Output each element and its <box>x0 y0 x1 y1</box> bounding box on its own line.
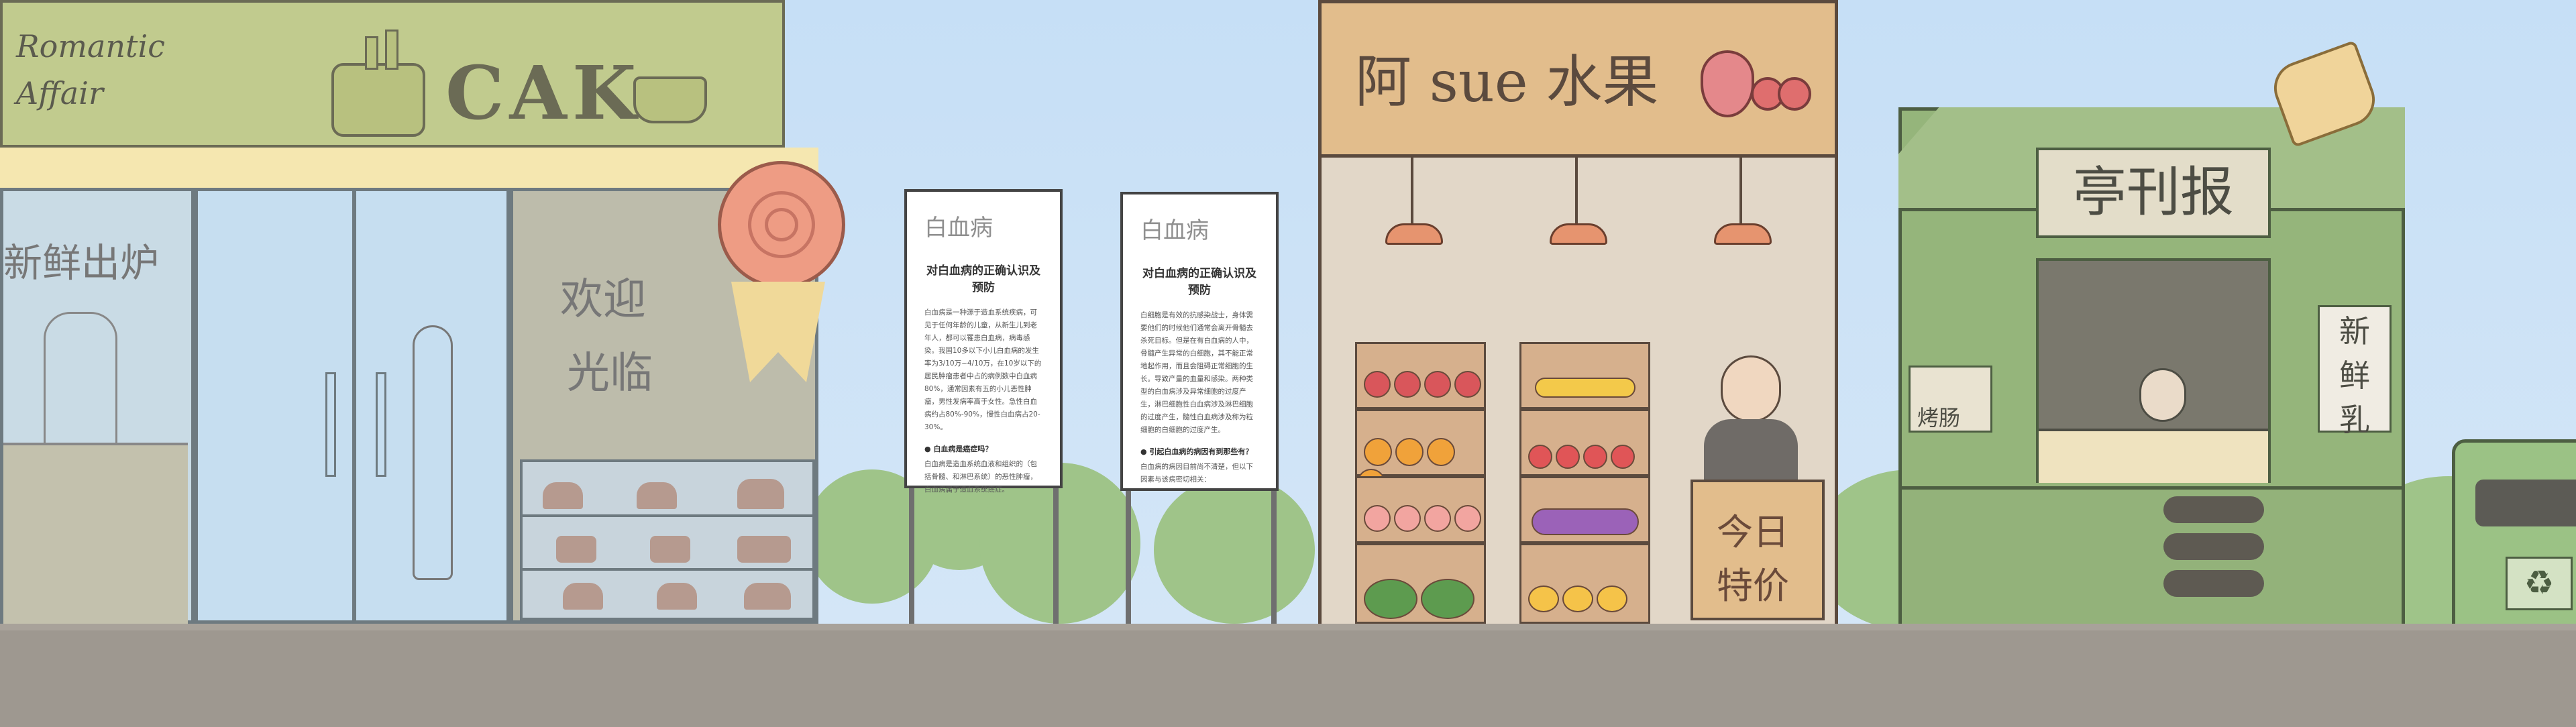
bin-slot[interactable] <box>2475 480 2576 526</box>
fruit-stand-sign-text: 阿 sue 水果 <box>1355 49 1659 115</box>
customer-figure <box>413 325 453 580</box>
bakery-sign-script: Romantic Affair <box>16 28 165 111</box>
notice-board-1[interactable]: 白血病 对白血病的正确认识及预防 白血病是一种源于造血系统疾病，可见于任何年龄的… <box>904 189 1063 494</box>
door-divider <box>352 191 356 620</box>
pastry-icon <box>744 583 791 610</box>
door-handle[interactable] <box>376 372 386 477</box>
bakery-awning <box>0 148 818 190</box>
hanging-lamp <box>1575 154 1578 228</box>
notice-board-post <box>909 483 914 627</box>
pastry-icon <box>737 479 784 509</box>
fresh-milk-sign[interactable]: 新 鲜 乳 <box>2318 305 2392 438</box>
notice-board-question: ● 白血病是癌症吗？ <box>924 445 993 453</box>
bakery-storefront[interactable]: Romantic Affair CAK 新鲜出炉 欢迎 光临 <box>0 0 845 630</box>
fruit-crate-watermelons[interactable] <box>1355 543 1486 624</box>
fruit-crate-apples[interactable] <box>1355 342 1486 409</box>
notice-board-body: 白细胞是有效的抗感染战士，身体需要他们的时候他们通常会离开骨髓去杀死目标。但是在… <box>1140 311 1253 434</box>
notice-board-post <box>1053 483 1059 627</box>
bakery-sign-word: CAK <box>445 50 642 136</box>
kiosk-sign-text: 亭刊报 <box>2073 161 2234 223</box>
welcome-text-line1: 欢迎 <box>560 275 646 325</box>
fruit-crate-grapes[interactable] <box>1519 476 1650 543</box>
fruit-crate-oranges[interactable] <box>1355 409 1486 497</box>
notice-board-heading: 对白血病的正确认识及预防 <box>926 264 1040 294</box>
sidewalk-ground <box>0 624 2576 727</box>
curb-line <box>0 624 2576 630</box>
pastry-icon <box>563 583 603 610</box>
kiosk-drawer[interactable] <box>2163 496 2264 523</box>
recycle-icon: ♻ <box>2506 557 2573 610</box>
newspaper-kiosk[interactable]: 亭刊报 新 鲜 乳 烤肠 <box>1898 107 2405 630</box>
fruit-crate-pomegranates[interactable] <box>1519 409 1650 476</box>
daily-special-line1: 今日 <box>1717 511 1789 553</box>
candle-icon <box>365 36 378 70</box>
notice-board-title: 白血病 <box>1140 217 1209 244</box>
kiosk-drawer[interactable] <box>2163 570 2264 597</box>
cake-icon <box>331 63 425 137</box>
lamp-shade <box>1714 223 1772 245</box>
notice-board-title: 白血病 <box>924 215 993 241</box>
kiosk-window[interactable] <box>2036 258 2271 483</box>
notice-board-body: 白血病是一种源于造血系统疾病，可见于任何年龄的儿童，从新生儿到老年人，都可以罹患… <box>924 309 1042 431</box>
notice-board-answer: 白血病的病因目前尚不清楚，但以下因素与该病密切相关： <box>1140 463 1253 484</box>
fruit-vendor-body <box>1704 419 1798 480</box>
notice-board-question: ● 引起白血病的病因有到那些有？ <box>1140 447 1253 456</box>
notice-board-post <box>1271 483 1277 627</box>
strawberry-icon <box>1701 50 1754 117</box>
daily-special-line2: 特价 <box>1717 565 1789 607</box>
pastry-icon <box>650 536 690 563</box>
fruit-crate-bananas[interactable] <box>1519 342 1650 409</box>
kiosk-vendor-head <box>2139 368 2186 422</box>
welcome-text-line2: 光临 <box>567 349 653 398</box>
pastry-display-case[interactable] <box>520 459 815 620</box>
kiosk-counter <box>1902 486 2402 630</box>
bakery-sign: Romantic Affair CAK <box>0 0 785 148</box>
hanging-lamp <box>1411 154 1413 228</box>
pastry-icon <box>543 482 583 509</box>
bakery-left-window: 新鲜出炉 <box>0 188 195 626</box>
cherry-icon <box>1778 77 1811 111</box>
pastry-icon <box>637 482 677 509</box>
newspaper-stack <box>2039 429 2268 483</box>
cupcake-icon <box>633 76 707 123</box>
lamp-shade <box>1550 223 1607 245</box>
fresh-milk-line3: 乳 <box>2339 402 2370 438</box>
door-handle[interactable] <box>325 372 336 477</box>
lamp-shade <box>1385 223 1443 245</box>
notice-board-post <box>1126 483 1131 627</box>
bakery-counter <box>3 443 188 626</box>
bakery-rosette-decoration[interactable] <box>718 161 845 288</box>
pastry-icon <box>737 536 791 563</box>
hanging-lamp <box>1739 154 1742 228</box>
fresh-milk-line1: 新 <box>2339 313 2370 349</box>
fruit-crate-mangoes[interactable] <box>1519 543 1650 624</box>
candle-icon <box>385 30 398 70</box>
bakery-window-text: 新鲜出炉 <box>3 240 160 286</box>
notice-board-heading: 对白血病的正确认识及预防 <box>1142 267 1256 297</box>
fruit-stand-sign: 阿 sue 水果 <box>1322 3 1835 158</box>
fruit-vendor-figure <box>1721 355 1781 423</box>
kiosk-drawer[interactable] <box>2163 533 2264 560</box>
pastry-icon <box>657 583 697 610</box>
recycle-bin[interactable]: ♻ <box>2452 439 2576 627</box>
fresh-milk-line2: 鲜 <box>2339 357 2370 394</box>
snack-label: 烤肠 <box>1917 405 1961 431</box>
bakery-door[interactable] <box>195 188 510 624</box>
notice-board-2[interactable]: 白血病 对白血病的正确认识及预防 白细胞是有效的抗感染战士，身体需要他们的时候他… <box>1120 192 1279 491</box>
notice-board-answer: 白血病是造血系统血液和组织的（包括骨髓、和淋巴系统）的恶性肿瘤，白血病属于造血系… <box>924 460 1037 494</box>
kiosk-sign: 亭刊报 <box>2036 148 2271 238</box>
fruit-crate-peaches[interactable] <box>1355 476 1486 543</box>
daily-special-sign[interactable]: 今日 特价 <box>1690 480 1825 620</box>
pastry-icon <box>556 536 596 563</box>
fruit-stand[interactable]: 阿 sue 水果 今日 特价 <box>1318 0 1838 630</box>
snack-display[interactable]: 烤肠 <box>1909 366 1992 433</box>
